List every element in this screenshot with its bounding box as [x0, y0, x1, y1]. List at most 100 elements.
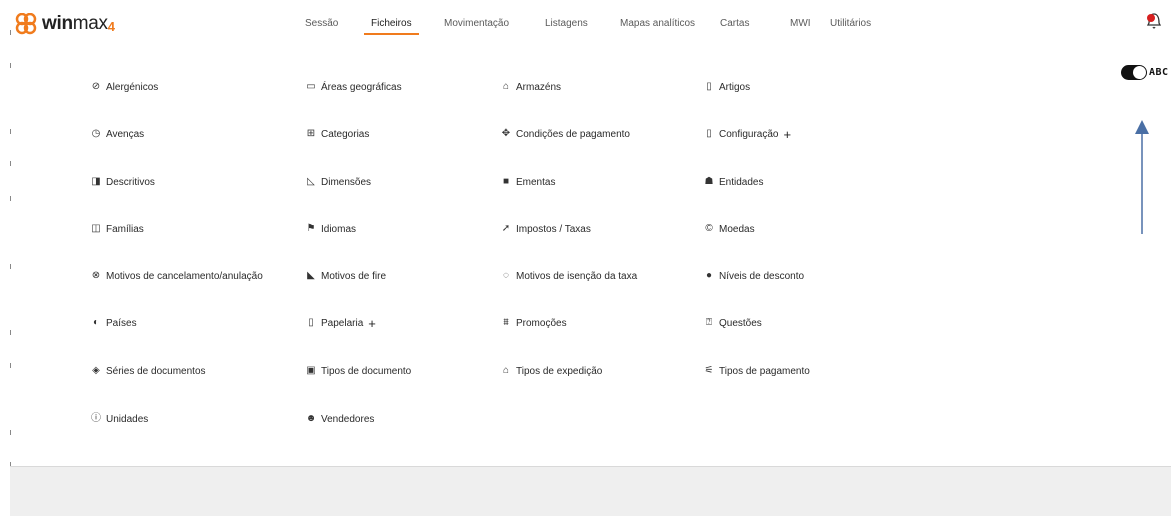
menu-item-series-documentos[interactable]: ◈ Séries de documentos [90, 364, 206, 378]
menu-item-label: Famílias [106, 223, 144, 235]
menu-item-motivos-isencao[interactable]: ◌ Motivos de isenção da taxa [500, 269, 637, 283]
edge-mark [10, 63, 11, 68]
menu-item-label: Vendedores [321, 413, 375, 425]
clock-icon: ◷ [91, 128, 101, 139]
nav-cartas[interactable]: Cartas [720, 18, 749, 29]
nav-ficheiros[interactable]: Ficheiros [364, 18, 419, 35]
menu-item-armazens[interactable]: ⌂ Armazéns [500, 80, 561, 94]
menu-item-artigos[interactable]: ▯ Artigos [703, 80, 750, 94]
app-logo[interactable]: winmax4 [14, 12, 115, 36]
menu-item-label: Tipos de pagamento [719, 365, 810, 377]
menu-item-impostos-taxas[interactable]: ➚ Impostos / Taxas [500, 222, 591, 236]
menu-item-label: Entidades [719, 176, 764, 188]
menu-item-label: Áreas geográficas [321, 81, 402, 93]
menu-item-motivos-cancelamento[interactable]: ⊗ Motivos de cancelamento/anulação [90, 269, 263, 283]
menu-item-label: Armazéns [516, 81, 562, 93]
menu-item-label: Configuração [719, 128, 779, 140]
app-name-bold: win [42, 13, 73, 34]
menu-item-avencas[interactable]: ◷ Avenças [90, 127, 145, 141]
menu-item-unidades[interactable]: ⓘ Unidades [90, 412, 148, 426]
app-name-light: max [72, 13, 108, 34]
menu-item-label: Idiomas [321, 223, 357, 235]
nav-sessao[interactable]: Sessão [305, 18, 338, 29]
menu-book-icon: ■ [502, 176, 510, 187]
menu-item-label: Motivos de fire [321, 270, 387, 282]
handshake-icon: ✥ [501, 128, 511, 139]
menu-item-moedas[interactable]: © Moedas [703, 222, 754, 236]
edge-mark [10, 196, 11, 201]
book-icon: ◨ [91, 176, 101, 187]
menu-item-tipos-expedicao[interactable]: ⌂ Tipos de expedição [500, 364, 602, 378]
menu-item-label: Níveis de desconto [719, 270, 805, 282]
nav-mapas-analiticos[interactable]: Mapas analíticos [620, 18, 695, 29]
menu-item-papelaria[interactable]: ▯ Papelaria + [305, 316, 376, 331]
expand-plus-icon[interactable]: + [783, 127, 791, 142]
menu-item-label: Séries de documentos [106, 365, 206, 377]
menu-item-label: Tipos de documento [321, 365, 412, 377]
menu-item-categorias[interactable]: ⊞ Categorias [305, 127, 370, 141]
menu-item-vendedores[interactable]: ☻ Vendedores [305, 412, 375, 426]
nav-movimentacao[interactable]: Movimentação [444, 18, 509, 29]
abc-toggle[interactable] [1121, 65, 1147, 80]
nav-mwi[interactable]: MWI [790, 18, 811, 29]
menu-item-condicoes-pagamento[interactable]: ✥ Condições de pagamento [500, 127, 630, 141]
payment-icon: ⚟ [704, 365, 714, 376]
menu-item-label: Avenças [106, 128, 145, 140]
discount-icon: ● [705, 270, 713, 281]
menu-item-familias[interactable]: ◫ Famílias [90, 222, 144, 236]
coin-icon: © [705, 223, 713, 234]
nav-utilitarios[interactable]: Utilitários [830, 18, 871, 29]
menu-item-dimensoes[interactable]: ◺ Dimensões [305, 175, 371, 189]
gavel-icon: ➚ [501, 223, 511, 234]
folders-icon: ◫ [91, 223, 101, 234]
menu-item-tipos-pagamento[interactable]: ⚟ Tipos de pagamento [703, 364, 810, 378]
menu-item-label: Motivos de isenção da taxa [516, 270, 638, 282]
notification-bell-icon[interactable] [1146, 11, 1162, 31]
cancel-reason-icon: ⊗ [91, 270, 101, 281]
edge-mark [10, 264, 11, 269]
nav-ficheiros-label: Ficheiros [371, 18, 412, 29]
menu-item-label: Impostos / Taxas [516, 223, 591, 235]
promotion-icon: ⩩ [503, 317, 509, 328]
warehouse-icon: ⌂ [502, 81, 510, 92]
active-tab-indicator [364, 33, 419, 35]
ban-icon: ⊘ [91, 81, 101, 92]
question-icon: ⍰ [706, 317, 712, 328]
globe-icon: ◐ [92, 317, 100, 328]
menu-item-promocoes[interactable]: ⩩ Promoções [500, 316, 566, 330]
menu-item-label: Categorias [321, 128, 370, 140]
menu-item-entidades[interactable]: ☗ Entidades [703, 175, 764, 189]
menu-item-label: Artigos [719, 81, 751, 93]
nav-listagens[interactable]: Listagens [545, 18, 588, 29]
menu-item-paises[interactable]: ◐ Países [90, 316, 137, 330]
menu-item-label: Condições de pagamento [516, 128, 630, 140]
document-icon: ▯ [706, 81, 712, 92]
menu-item-questoes[interactable]: ⍰ Questões [703, 316, 762, 330]
menu-item-label: Dimensões [321, 176, 372, 188]
menu-item-label: Tipos de expedição [516, 365, 603, 377]
edge-mark [10, 363, 11, 368]
footer-area [10, 467, 1171, 516]
categories-icon: ⊞ [306, 128, 316, 139]
menu-item-configuracao[interactable]: ▯ Configuração + [703, 127, 791, 142]
menu-item-descritivos[interactable]: ◨ Descritivos [90, 175, 155, 189]
fire-icon: ◣ [307, 270, 315, 281]
file-icon: ▯ [706, 128, 712, 139]
menu-item-alergenicos[interactable]: ⊘ Alergénicos [90, 80, 158, 94]
top-bar: winmax4 Sessão Ficheiros Movimentação Li… [0, 0, 1171, 50]
edge-mark [10, 161, 11, 166]
menu-item-niveis-desconto[interactable]: ● Níveis de desconto [703, 269, 804, 283]
expand-plus-icon[interactable]: + [368, 316, 376, 331]
triangle-ruler-icon: ◺ [307, 176, 315, 187]
map-icon: ▭ [306, 81, 316, 92]
menu-item-label: Descritivos [106, 176, 155, 188]
edge-mark [10, 430, 11, 435]
menu-item-motivos-fire[interactable]: ◣ Motivos de fire [305, 269, 386, 283]
menu-item-label: Motivos de cancelamento/anulação [106, 270, 263, 282]
menu-item-idiomas[interactable]: ⚑ Idiomas [305, 222, 357, 236]
menu-item-tipos-documento[interactable]: ▣ Tipos de documento [305, 364, 411, 378]
menu-item-label: Unidades [106, 413, 149, 425]
shipping-icon: ⌂ [502, 365, 510, 376]
menu-item-areas-geograficas[interactable]: ▭ Áreas geográficas [305, 80, 402, 94]
menu-item-ementas[interactable]: ■ Ementas [500, 175, 556, 189]
